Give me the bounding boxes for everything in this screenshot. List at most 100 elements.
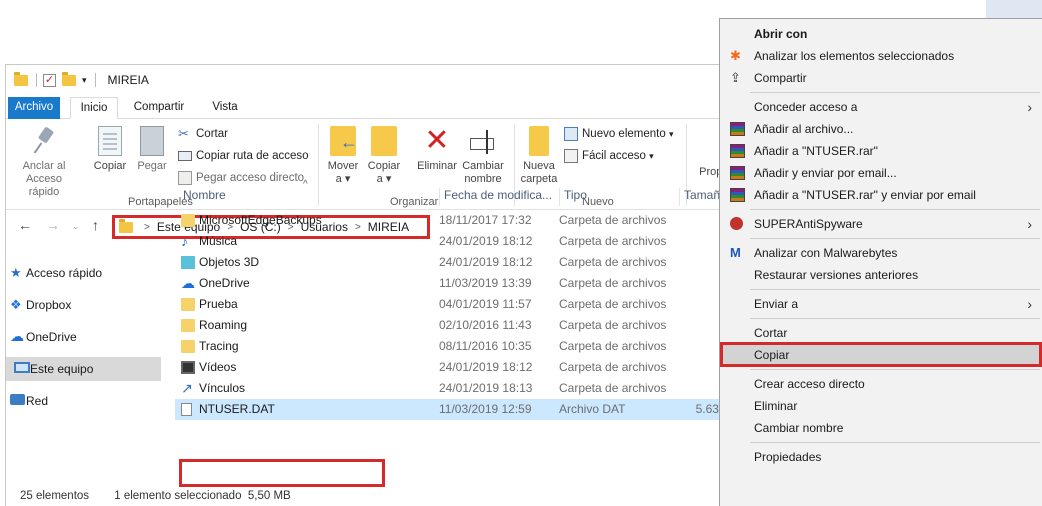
copy-button[interactable]: Copiar	[90, 126, 130, 173]
menu-item-restore[interactable]: Restaurar versiones anteriores	[720, 264, 1042, 286]
title-bar: ✓ ▾ MIREIA	[6, 65, 766, 95]
customize-quick-access-icon[interactable]: ▾	[82, 75, 87, 86]
list-item[interactable]: ↗ Vínculos 24/01/2019 18:13 Carpeta de a…	[175, 378, 760, 399]
menu-divider	[750, 209, 1040, 210]
menu-item-add-archive[interactable]: Añadir al archivo...	[720, 118, 1042, 140]
new-folder-button[interactable]: Nueva carpeta	[518, 126, 560, 186]
nav-item-dropbox[interactable]: ❖ Dropbox	[2, 293, 158, 317]
new-folder-quick-icon[interactable]	[62, 71, 76, 86]
navigation-pane: ★ Acceso rápido ❖ Dropbox ☁ OneDrive Est…	[0, 195, 161, 425]
menu-item-grant-access[interactable]: Conceder acceso a ›	[720, 96, 1042, 118]
menu-item-superantispyware[interactable]: SUPERAntiSpyware ›	[720, 213, 1042, 235]
file-type: Carpeta de archivos	[559, 318, 667, 332]
winrar-icon	[730, 144, 745, 158]
copy-path-icon	[178, 151, 192, 161]
paste-label: Pegar	[137, 160, 167, 172]
list-item[interactable]: MicrosoftEdgeBackups 18/11/2017 17:32 Ca…	[175, 210, 760, 231]
file-name: Vínculos	[199, 381, 246, 395]
malwarebytes-icon: M	[730, 245, 741, 260]
copy-to-label-2: a	[376, 173, 383, 185]
pin-quick-access-button[interactable]: Anclar al Acceso rápido	[10, 126, 78, 199]
tab-home[interactable]: Inicio	[70, 97, 118, 119]
menu-item-send-to[interactable]: Enviar a ›	[720, 293, 1042, 315]
easy-access-button[interactable]: Fácil acceso ▾	[564, 147, 654, 165]
nav-item-network[interactable]: Red	[2, 389, 158, 413]
column-header-date[interactable]: Fecha de modifica...	[439, 188, 555, 206]
file-type: Archivo DAT	[559, 402, 626, 416]
delete-button[interactable]: ✕ Eliminar	[412, 126, 462, 173]
rename-button[interactable]: Cambiar nombre	[460, 126, 506, 186]
nav-item-label: Este equipo	[30, 362, 94, 376]
column-header-name[interactable]: Nombre	[179, 188, 435, 206]
copy-label: Copiar	[93, 160, 127, 172]
copy-path-button[interactable]: Copiar ruta de acceso	[178, 147, 309, 165]
delete-label: Eliminar	[417, 160, 457, 172]
copy-to-icon	[371, 126, 397, 156]
list-item[interactable]: Prueba 04/01/2019 11:57 Carpeta de archi…	[175, 294, 760, 315]
list-item[interactable]: Roaming 02/10/2016 11:43 Carpeta de arch…	[175, 315, 760, 336]
nav-item-onedrive[interactable]: ☁ OneDrive	[2, 325, 158, 349]
menu-divider	[750, 318, 1040, 319]
file-icon	[181, 403, 192, 416]
folder-icon	[181, 340, 195, 353]
move-label-2: a	[335, 173, 342, 185]
copy-icon	[98, 126, 122, 156]
menu-item-cut[interactable]: Cortar	[720, 322, 1042, 344]
tab-share[interactable]: Compartir	[126, 97, 192, 119]
chevron-right-icon: ›	[1027, 216, 1032, 232]
list-item[interactable]: Objetos 3D 24/01/2019 18:12 Carpeta de a…	[175, 252, 760, 273]
menu-item-delete[interactable]: Eliminar	[720, 395, 1042, 417]
pin-icon	[35, 126, 53, 156]
paste-button[interactable]: Pegar	[134, 126, 170, 173]
file-name: OneDrive	[199, 276, 250, 290]
menu-item-share[interactable]: ⇪ Compartir	[720, 67, 1042, 89]
file-list: MicrosoftEdgeBackups 18/11/2017 17:32 Ca…	[175, 210, 760, 420]
menu-item-rename[interactable]: Cambiar nombre	[720, 417, 1042, 439]
menu-item-label: Enviar a	[754, 297, 799, 311]
chevron-right-icon: ›	[1027, 296, 1032, 312]
menu-item-properties[interactable]: Propiedades	[720, 446, 1042, 468]
menu-divider	[750, 442, 1040, 443]
menu-item-add-email[interactable]: Añadir y enviar por email...	[720, 162, 1042, 184]
dropbox-icon: ❖	[10, 297, 22, 312]
menu-item-create-shortcut[interactable]: Crear acceso directo	[720, 373, 1042, 395]
column-header-type[interactable]: Tipo	[559, 188, 675, 206]
menu-item-open-with[interactable]: Abrir con	[720, 23, 1042, 45]
chevron-right-icon: ›	[1027, 99, 1032, 115]
file-type: Carpeta de archivos	[559, 339, 667, 353]
menu-item-malwarebytes[interactable]: M Analizar con Malwarebytes	[720, 242, 1042, 264]
nav-item-quick-access[interactable]: ★ Acceso rápido	[2, 261, 158, 285]
nav-item-this-pc[interactable]: Este equipo	[6, 357, 161, 381]
menu-item-add-rar-email[interactable]: Añadir a "NTUSER.rar" y enviar por email	[720, 184, 1042, 206]
copy-to-button[interactable]: Copiar a ▾	[364, 126, 404, 186]
ribbon-tabs: Archivo Inicio Compartir Vista	[6, 95, 766, 119]
share-icon: ⇪	[730, 70, 741, 85]
menu-item-scan-avast[interactable]: ✱ Analizar los elementos seleccionados	[720, 45, 1042, 67]
cut-button[interactable]: ✂ Cortar	[178, 125, 228, 143]
status-item-count: 25 elementos	[20, 490, 90, 502]
list-item-selected[interactable]: NTUSER.DAT 11/03/2019 12:59 Archivo DAT …	[175, 399, 750, 420]
properties-check-icon[interactable]: ✓	[43, 73, 56, 87]
divider	[36, 73, 37, 87]
new-item-icon	[564, 127, 578, 141]
rename-icon	[468, 126, 498, 156]
tab-view[interactable]: Vista	[202, 97, 248, 119]
menu-item-add-rar[interactable]: Añadir a "NTUSER.rar"	[720, 140, 1042, 162]
move-to-button[interactable]: Movera ▾	[324, 126, 362, 186]
tab-file[interactable]: Archivo	[8, 97, 60, 119]
star-icon: ★	[10, 265, 22, 280]
list-item[interactable]: Tracing 08/11/2016 10:35 Carpeta de arch…	[175, 336, 760, 357]
winrar-icon	[730, 166, 745, 180]
easy-access-label: Fácil acceso	[582, 150, 646, 162]
list-item[interactable]: ☁ OneDrive 11/03/2019 13:39 Carpeta de a…	[175, 273, 760, 294]
file-name: Vídeos	[199, 360, 237, 374]
computer-icon	[14, 362, 30, 373]
list-item[interactable]: Vídeos 24/01/2019 18:12 Carpeta de archi…	[175, 357, 760, 378]
folder-icon	[181, 319, 195, 332]
paste-shortcut-icon	[178, 171, 192, 185]
file-date: 24/01/2019 18:12	[439, 360, 533, 374]
list-item[interactable]: ♪ Música 24/01/2019 18:12 Carpeta de arc…	[175, 231, 760, 252]
menu-divider	[750, 92, 1040, 93]
music-icon: ♪	[181, 233, 188, 249]
new-item-button[interactable]: Nuevo elemento ▾	[564, 125, 673, 143]
